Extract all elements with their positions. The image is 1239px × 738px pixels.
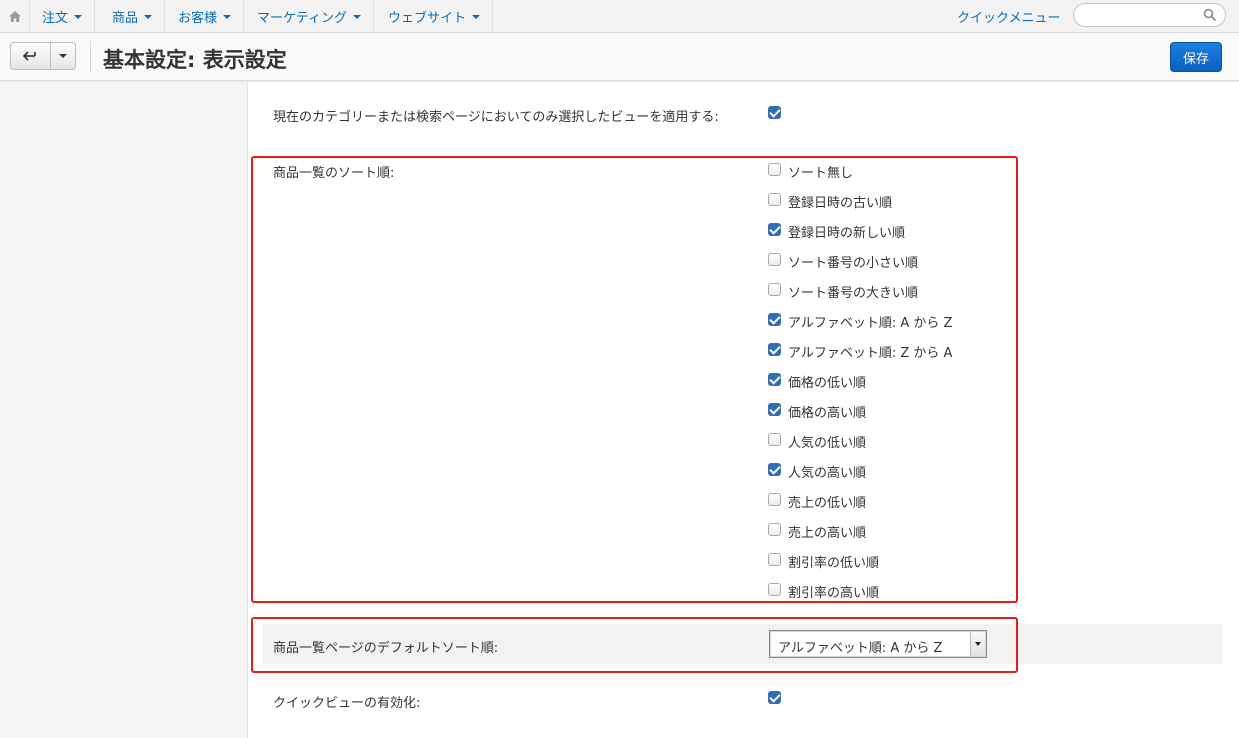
sort-option-checkbox[interactable] bbox=[768, 223, 781, 236]
save-button[interactable]: 保存 bbox=[1170, 42, 1222, 72]
sort-option-checkbox[interactable] bbox=[768, 433, 781, 446]
default-sort-select[interactable]: アルファベット順: A から Z bbox=[769, 630, 987, 658]
sort-option-checkbox[interactable] bbox=[768, 343, 781, 356]
chevron-down-icon bbox=[144, 14, 153, 19]
home-icon bbox=[8, 11, 21, 22]
quick-view-checkbox[interactable] bbox=[768, 691, 781, 704]
sort-option-label: 割引率の高い順 bbox=[788, 586, 880, 601]
sort-option-label: 人気の低い順 bbox=[788, 436, 867, 451]
search-icon[interactable] bbox=[1203, 8, 1217, 22]
sort-option-label: ソート番号の大きい順 bbox=[788, 286, 919, 301]
apply-view-label: 現在のカテゴリーまたは検索ページにおいてのみ選択したビューを適用する: bbox=[273, 110, 719, 125]
back-arrow-icon bbox=[22, 51, 36, 61]
sort-option-checkbox[interactable] bbox=[768, 583, 781, 596]
sort-option-label: アルファベット順: A から Z bbox=[788, 316, 953, 331]
chevron-down-icon bbox=[59, 54, 67, 58]
sort-option-checkbox[interactable] bbox=[768, 283, 781, 296]
sort-order-label: 商品一覧のソート順: bbox=[273, 166, 395, 181]
sort-option-label: 登録日時の新しい順 bbox=[788, 226, 906, 241]
page-title: 基本設定: 表示設定 bbox=[103, 48, 287, 72]
sort-option-label: 人気の高い順 bbox=[788, 466, 867, 481]
sort-option-label: ソート番号の小さい順 bbox=[788, 256, 919, 271]
page-header: 基本設定: 表示設定 保存 bbox=[0, 33, 1239, 81]
nav-menu-website[interactable]: ウェブサイト bbox=[376, 0, 494, 33]
nav-menu-customers[interactable]: お客様 bbox=[166, 0, 245, 33]
back-button[interactable] bbox=[11, 43, 51, 69]
nav-menu-marketing[interactable]: マーケティング bbox=[245, 0, 374, 33]
sort-option-checkbox[interactable] bbox=[768, 493, 781, 506]
chevron-down-icon bbox=[74, 14, 83, 19]
sort-option-checkbox[interactable] bbox=[768, 193, 781, 206]
sort-option-checkbox[interactable] bbox=[768, 163, 781, 176]
nav-menu-label: お客様 bbox=[178, 11, 218, 26]
sort-option-checkbox[interactable] bbox=[768, 373, 781, 386]
chevron-down-icon bbox=[223, 14, 232, 19]
nav-menu-label: マーケティング bbox=[257, 11, 347, 26]
sort-option-label: 売上の高い順 bbox=[788, 526, 867, 541]
sort-option-checkbox[interactable] bbox=[768, 553, 781, 566]
search-input[interactable] bbox=[1073, 3, 1226, 27]
chevron-down-icon bbox=[352, 14, 361, 19]
apply-view-checkbox[interactable] bbox=[768, 106, 781, 119]
nav-menu-label: ウェブサイト bbox=[388, 11, 467, 26]
sort-option-label: 価格の低い順 bbox=[788, 376, 867, 391]
nav-menu-orders[interactable]: 注文 bbox=[30, 0, 96, 33]
sort-option-checkbox[interactable] bbox=[768, 253, 781, 266]
sort-option-label: ソート無し bbox=[788, 166, 854, 181]
quick-view-label: クイックビューの有効化: bbox=[273, 696, 421, 711]
nav-menu-products[interactable]: 商品 bbox=[100, 0, 166, 33]
sort-option-checkbox[interactable] bbox=[768, 463, 781, 476]
back-button-group bbox=[10, 42, 76, 70]
sort-option-checkbox[interactable] bbox=[768, 313, 781, 326]
default-sort-label: 商品一覧ページのデフォルトソート順: bbox=[273, 641, 499, 656]
divider bbox=[90, 41, 91, 73]
default-sort-value: アルファベット順: A から Z bbox=[778, 641, 943, 656]
top-navigation: 注文 商品 お客様 マーケティング ウェブサイト クイックメニュー bbox=[0, 0, 1239, 33]
home-button[interactable] bbox=[0, 0, 30, 33]
nav-menu-label: 注文 bbox=[42, 11, 69, 26]
sort-option-label: 登録日時の古い順 bbox=[788, 196, 893, 211]
sort-option-checkbox[interactable] bbox=[768, 523, 781, 536]
sort-option-label: 割引率の低い順 bbox=[788, 556, 880, 571]
select-arrow-icon bbox=[970, 632, 985, 656]
back-dropdown-button[interactable] bbox=[51, 43, 75, 69]
nav-menu-label: 商品 bbox=[112, 11, 139, 26]
sort-option-label: アルファベット順: Z から A bbox=[788, 346, 953, 361]
sort-option-label: 価格の高い順 bbox=[788, 406, 867, 421]
sort-option-checkbox[interactable] bbox=[768, 403, 781, 416]
sort-option-label: 売上の低い順 bbox=[788, 496, 867, 511]
quick-menu-link[interactable]: クイックメニュー bbox=[957, 0, 1060, 33]
chevron-down-icon bbox=[472, 14, 481, 19]
